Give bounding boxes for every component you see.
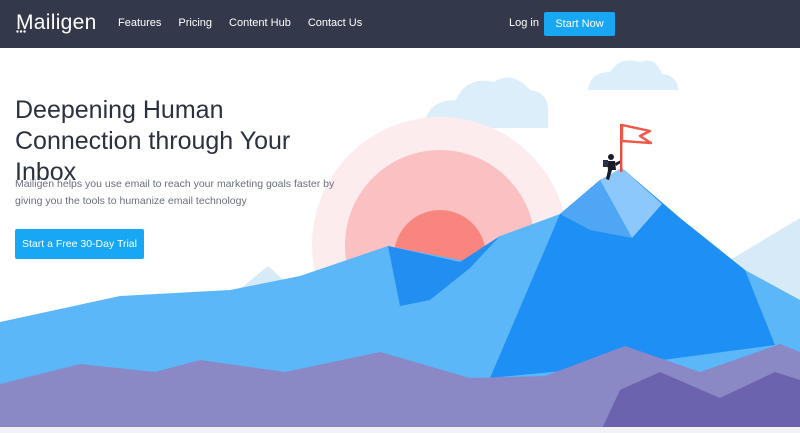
main-nav: Features Pricing Content Hub Contact Us (118, 17, 379, 29)
start-now-button[interactable]: Start Now (544, 12, 615, 36)
page-bottom-divider (0, 427, 800, 433)
nav-link-contact-us[interactable]: Contact Us (308, 17, 362, 29)
login-link[interactable]: Log in (509, 17, 539, 29)
flag-icon (620, 123, 653, 172)
nav-link-content-hub[interactable]: Content Hub (229, 17, 291, 29)
top-navbar: Mailigen Features Pricing Content Hub Co… (0, 0, 800, 48)
logo-text: Mailigen (16, 11, 97, 34)
logo-dots-icon (16, 30, 26, 33)
cloud-icon (588, 60, 678, 90)
mailigen-logo[interactable]: Mailigen (16, 11, 97, 35)
free-trial-button[interactable]: Start a Free 30-Day Trial (15, 229, 144, 259)
nav-link-pricing[interactable]: Pricing (178, 17, 212, 29)
hero-subtext: Mailigen helps you use email to reach yo… (15, 178, 335, 207)
hero-headline: Deepening Human Connection through Your … (15, 96, 291, 186)
nav-link-features[interactable]: Features (118, 17, 161, 29)
